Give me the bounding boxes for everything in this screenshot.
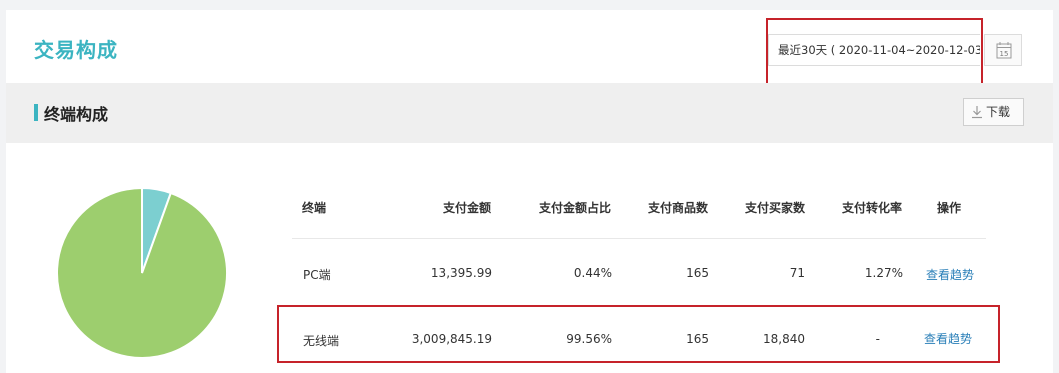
calendar-button[interactable]: 15 — [984, 34, 1022, 66]
cell-conversion: 1.27% — [864, 266, 903, 280]
download-button[interactable]: 下载 — [963, 98, 1024, 126]
header-amount: 支付金额 — [443, 201, 492, 215]
header-conversion: 支付转化率 — [842, 201, 903, 215]
cell-amount: 13,395.99 — [430, 266, 492, 280]
pie-slice-mobile — [56, 187, 228, 359]
cell-buyers: 71 — [789, 266, 805, 280]
page-title: 交易构成 — [34, 38, 118, 62]
section-title: 终端构成 — [44, 105, 109, 124]
header-buyers: 支付买家数 — [745, 201, 806, 215]
header-action: 操作 — [937, 201, 962, 215]
cell-items: 165 — [686, 266, 709, 280]
view-trend-link[interactable]: 查看趋势 — [926, 266, 974, 283]
terminal-pie-chart — [56, 187, 228, 359]
section-bar: 终端构成 下载 — [6, 83, 1053, 143]
calendar-icon: 15 — [996, 42, 1012, 59]
download-label: 下载 — [986, 105, 1011, 119]
section-accent — [34, 104, 38, 121]
header-terminal: 终端 — [302, 201, 327, 215]
table-header: 终端 支付金额 支付金额占比 支付商品数 支付买家数 支付转化率 操作 — [292, 183, 986, 239]
table-row: PC端 13,395.99 0.44% 165 71 1.27% 查看趋势 — [292, 240, 986, 306]
cell-terminal: PC端 — [303, 268, 331, 282]
download-icon — [972, 106, 982, 119]
header-share: 支付金额占比 — [539, 201, 612, 215]
cell-share: 0.44% — [573, 266, 612, 280]
date-highlight-box — [766, 18, 983, 85]
row-highlight-box — [277, 305, 1000, 363]
calendar-day: 15 — [1000, 50, 1009, 58]
header-items: 支付商品数 — [648, 201, 709, 215]
